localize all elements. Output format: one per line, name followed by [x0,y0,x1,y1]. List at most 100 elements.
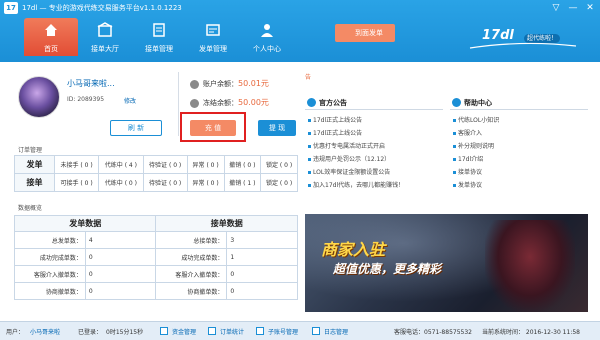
sub-account-icon [256,327,264,335]
nav-order-hall[interactable]: 接单大厅 [78,18,132,56]
funds-icon [160,327,168,335]
system-time: 当前系统时间： 2016-12-30 11:58 [482,329,580,336]
stat-value: 1 [226,248,298,266]
table-row: 接单 可接手 ( 0 ) 代练中 ( 0 ) 待验证 ( 0 ) 异常 ( 0 … [14,173,298,192]
table-row: 发单 未接手 ( 0 ) 代练中 ( 4 ) 待验证 ( 0 ) 异常 ( 0 … [14,155,298,174]
order-cell[interactable]: 撤销 ( 0 ) [223,155,262,174]
funds-link[interactable]: 资金管理 [172,327,196,336]
quick-send-label: 到面发单 [355,29,383,37]
brand-swoosh-icon [469,42,577,49]
announcement-panel: 官方公告 17dl正式上线公告 17dl正式上线公告 优惠打专电属活动正式开启 … [305,96,443,210]
order-cell[interactable]: 撤销 ( 1 ) [223,173,262,192]
user-panel: 小马哥来啦... ID: 2089395 修改 刷 新 账户余额：50.01元 … [14,72,298,142]
list-item[interactable]: 接单协议 [450,166,588,179]
close-icon[interactable]: ✕ [584,2,596,14]
list-item[interactable]: 代练LOL小知识 [450,114,588,127]
row-head-receive: 接单 [14,173,55,192]
announcement-title: 官方公告 [319,99,347,107]
table-row: 总发单数： 4 总接单数： 3 [14,231,298,249]
user-center-icon [261,24,273,37]
stat-label: 总接单数： [155,231,228,249]
account-balance: 账户余额：50.01元 [190,78,269,89]
list-item[interactable]: LOL效率保证金限额设置公告 [305,166,443,179]
send-manage-icon [206,24,220,36]
stat-label: 成功完成单数： [155,248,228,266]
stat-value: 0 [226,282,298,300]
receive-manage-icon [153,23,165,37]
quick-send-button[interactable]: 到面发单 [335,24,395,42]
help-list: 代练LOL小知识 客服介入 补分规则说明 17dl介绍 接单协议 发单协议 [450,114,588,192]
overview-table: 发单数据 接单数据 总发单数： 4 总接单数： 3 成功完成单数： 0 成功完成… [13,215,298,300]
status-login-time: 0时15分15秒 [106,329,144,336]
user-name: 小马哥来啦... [67,79,115,88]
order-cell[interactable]: 锁定 ( 0 ) [260,155,298,174]
order-cell[interactable]: 异常 ( 0 ) [186,155,225,174]
announcement-icon [307,98,316,107]
order-cell[interactable]: 可接手 ( 0 ) [53,173,100,192]
order-cell[interactable]: 代练中 ( 0 ) [98,173,144,192]
title-bar: 17 17dl — 专业的游戏代练交易服务平台v1.1.0.1223 ▽ — ✕ [0,0,600,16]
list-item[interactable]: 17dl正式上线公告 [305,114,443,127]
order-cell[interactable]: 锁定 ( 0 ) [260,173,298,192]
order-section-title: 订单管理 [18,147,43,154]
status-user-label: 用户： [6,329,25,336]
nav-receive-manage[interactable]: 接单管理 [132,18,186,56]
list-item[interactable]: 优惠打专电属活动正式开启 [305,140,443,153]
list-item[interactable]: 发单协议 [450,179,588,192]
row-head-send: 发单 [14,155,55,174]
divider [178,72,179,136]
account-balance-label: 账户余额： [203,80,238,88]
frozen-balance-label: 冻结余额： [203,99,238,107]
order-table: 发单 未接手 ( 0 ) 代练中 ( 4 ) 待验证 ( 0 ) 异常 ( 0 … [14,155,298,192]
sub-account-link[interactable]: 子账号管理 [268,327,298,336]
order-cell[interactable]: 待验证 ( 0 ) [142,173,188,192]
table-row: 协商撤单数： 0 协商撤单数： 0 [14,282,298,300]
nav-send-manage-label: 发单管理 [199,45,227,53]
order-cell[interactable]: 待验证 ( 0 ) [142,155,188,174]
avatar[interactable] [18,76,60,118]
order-cell[interactable]: 异常 ( 0 ) [186,173,225,192]
recharge-button[interactable]: 充 值 [190,120,236,136]
nav-home[interactable]: 首页 [24,18,78,56]
frozen-balance-value: 50.00元 [238,98,269,107]
app-logo: 17 [4,2,18,14]
nav-user-center[interactable]: 个人中心 [240,18,294,56]
stat-value: 0 [84,248,157,266]
help-icon [452,98,461,107]
minimize-icon[interactable]: — [567,2,579,14]
stat-value: 0 [84,282,157,300]
list-item[interactable]: 客服介入 [450,127,588,140]
help-title: 帮助中心 [464,99,492,107]
send-data-header: 发单数据 [13,215,157,232]
list-item[interactable]: 17dl介绍 [450,153,588,166]
list-item[interactable]: 加入17dl代练，去哪儿都能赚钱！ [305,179,443,192]
stat-label: 客服介入撤单数： [14,265,86,283]
stat-label: 客服介入撤单数： [155,265,228,283]
modify-link[interactable]: 修改 [124,96,136,105]
table-row: 成功完成单数： 0 成功完成单数： 1 [14,248,298,266]
stat-value: 3 [226,231,298,249]
stat-label: 总发单数： [14,231,86,249]
order-stats-link[interactable]: 订单统计 [220,327,244,336]
order-cell[interactable]: 代练中 ( 4 ) [98,155,144,174]
order-stats-icon [208,327,216,335]
list-item[interactable]: 17dl正式上线公告 [305,127,443,140]
help-panel: 帮助中心 代练LOL小知识 客服介入 补分规则说明 17dl介绍 接单协议 发单… [450,96,588,210]
order-cell[interactable]: 未接手 ( 0 ) [53,155,100,174]
stat-value: 4 [84,231,157,249]
list-item[interactable]: 违规用户处罚公示（12.12） [305,153,443,166]
table-header-row: 发单数据 接单数据 [13,215,298,232]
nav-send-manage[interactable]: 发单管理 [186,18,240,56]
promo-banner[interactable]: 商家入驻 超值优惠，更多精彩 [305,214,588,312]
menu-icon[interactable]: ▽ [550,2,562,14]
user-id: ID: 2089395 [67,96,105,103]
brand-name: 17dl [482,28,514,43]
announcement-header: 官方公告 [305,96,443,110]
stat-label: 协商撤单数： [14,282,86,300]
nav-user-center-label: 个人中心 [253,45,281,53]
list-item[interactable]: 补分规则说明 [450,140,588,153]
log-link[interactable]: 日志管理 [324,327,348,336]
refresh-button[interactable]: 刷 新 [110,120,162,136]
withdraw-button[interactable]: 提 现 [258,120,296,136]
home-icon [45,24,57,36]
